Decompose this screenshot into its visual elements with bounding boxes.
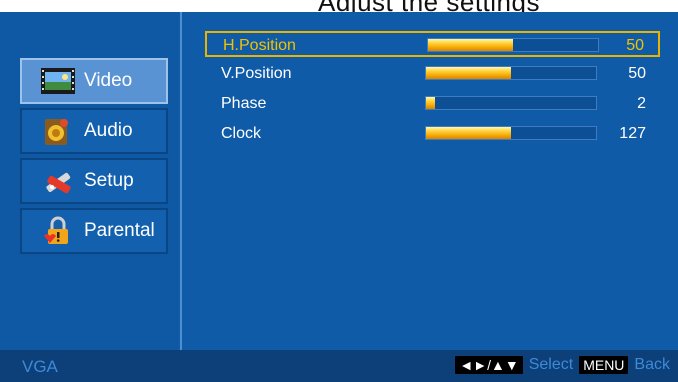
setting-row-v-position[interactable]: V.Position 50 <box>205 61 660 87</box>
osd-menu: Video Audio Setup Parental H.Position 50… <box>0 12 678 382</box>
sidebar-item-label: Parental <box>84 220 155 241</box>
setting-label: Phase <box>221 95 267 112</box>
menu-key: MENU <box>579 356 629 374</box>
cropped-title-text: Adjust the settings <box>318 0 540 12</box>
slider-fill <box>428 39 513 51</box>
key-hints: ◄►/▲▼ Select MENU Back <box>455 356 670 374</box>
sidebar-item-label: Video <box>84 70 133 91</box>
sidebar-item-video[interactable]: Video <box>20 58 168 104</box>
setting-row-phase[interactable]: Phase 2 <box>205 91 660 117</box>
slider-track[interactable] <box>425 96 597 110</box>
setting-row-h-position[interactable]: H.Position 50 <box>205 31 660 57</box>
slider-track[interactable] <box>425 66 597 80</box>
lock-icon <box>40 216 76 246</box>
setting-row-clock[interactable]: Clock 127 <box>205 121 660 147</box>
settings-panel: H.Position 50 V.Position 50 Phase 2 Cloc… <box>182 12 678 350</box>
select-hint: Select <box>528 356 574 373</box>
setting-label: Clock <box>221 125 262 142</box>
setting-value: 50 <box>626 37 644 54</box>
sidebar: Video Audio Setup Parental <box>0 12 178 350</box>
slider-fill <box>426 67 511 79</box>
sidebar-item-audio[interactable]: Audio <box>20 108 168 154</box>
speaker-icon <box>40 116 76 146</box>
sidebar-item-label: Setup <box>84 170 134 191</box>
film-icon <box>40 66 76 96</box>
footer-bar: VGA ◄►/▲▼ Select MENU Back <box>0 350 678 382</box>
slider-fill <box>426 127 511 139</box>
navigation-arrows-icon: ◄►/▲▼ <box>455 356 523 374</box>
back-hint: Back <box>634 356 670 373</box>
setting-value: 50 <box>628 65 646 82</box>
slider-track[interactable] <box>425 126 597 140</box>
setting-label: H.Position <box>223 37 296 54</box>
sidebar-item-parental[interactable]: Parental <box>20 208 168 254</box>
setting-label: V.Position <box>221 65 292 82</box>
sidebar-item-label: Audio <box>84 120 133 141</box>
setting-value: 127 <box>619 125 646 142</box>
setting-value: 2 <box>637 95 646 112</box>
top-title-strip: Adjust the settings <box>0 0 678 12</box>
slider-track[interactable] <box>427 38 599 52</box>
tools-icon <box>40 166 76 196</box>
slider-fill <box>426 97 435 109</box>
input-source-label: VGA <box>22 357 58 376</box>
sidebar-item-setup[interactable]: Setup <box>20 158 168 204</box>
